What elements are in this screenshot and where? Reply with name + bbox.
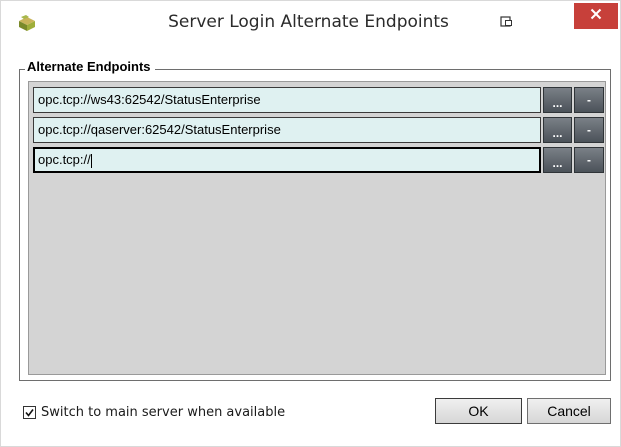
close-icon [590, 7, 602, 25]
remove-button[interactable]: - [574, 87, 604, 113]
endpoint-value: opc.tcp:// [38, 152, 91, 167]
remove-label: - [587, 93, 591, 107]
endpoint-row: opc.tcp:// ... - [33, 147, 605, 173]
remove-label: - [587, 153, 591, 167]
browse-label: ... [552, 156, 563, 170]
browse-label: ... [552, 96, 563, 110]
switch-to-main-checkbox[interactable] [23, 405, 36, 419]
cancel-button[interactable]: Cancel [527, 398, 611, 424]
endpoint-row: opc.tcp://ws43:62542/StatusEnterprise ..… [33, 87, 605, 113]
switch-to-main-label: Switch to main server when available [41, 404, 286, 420]
checkmark-icon [25, 408, 34, 417]
remove-label: - [587, 123, 591, 137]
browse-button[interactable]: ... [543, 87, 572, 113]
endpoint-field-focused[interactable]: opc.tcp:// [33, 147, 541, 173]
endpoint-field[interactable]: opc.tcp://ws43:62542/StatusEnterprise [33, 87, 541, 113]
switch-to-main-option[interactable]: Switch to main server when available [23, 404, 285, 420]
group-label: Alternate Endpoints [25, 59, 155, 74]
endpoint-field[interactable]: opc.tcp://qaserver:62542/StatusEnterpris… [33, 117, 541, 143]
text-caret [90, 153, 92, 168]
ok-button[interactable]: OK [435, 398, 522, 424]
dialog-window: Server Login Alternate Endpoints Alterna… [0, 0, 621, 447]
endpoint-value: opc.tcp://qaserver:62542/StatusEnterpris… [38, 122, 281, 137]
window-title: Server Login Alternate Endpoints [168, 12, 449, 32]
endpoint-value: opc.tcp://ws43:62542/StatusEnterprise [38, 92, 261, 107]
browse-button[interactable]: ... [543, 147, 572, 173]
pin-icon[interactable] [500, 15, 514, 29]
endpoint-row: opc.tcp://qaserver:62542/StatusEnterpris… [33, 117, 605, 143]
browse-button[interactable]: ... [543, 117, 572, 143]
remove-button[interactable]: - [574, 117, 604, 143]
browse-label: ... [552, 126, 563, 140]
title-bar[interactable]: Server Login Alternate Endpoints [1, 1, 620, 45]
close-button[interactable] [574, 3, 618, 29]
remove-button[interactable]: - [574, 147, 604, 173]
